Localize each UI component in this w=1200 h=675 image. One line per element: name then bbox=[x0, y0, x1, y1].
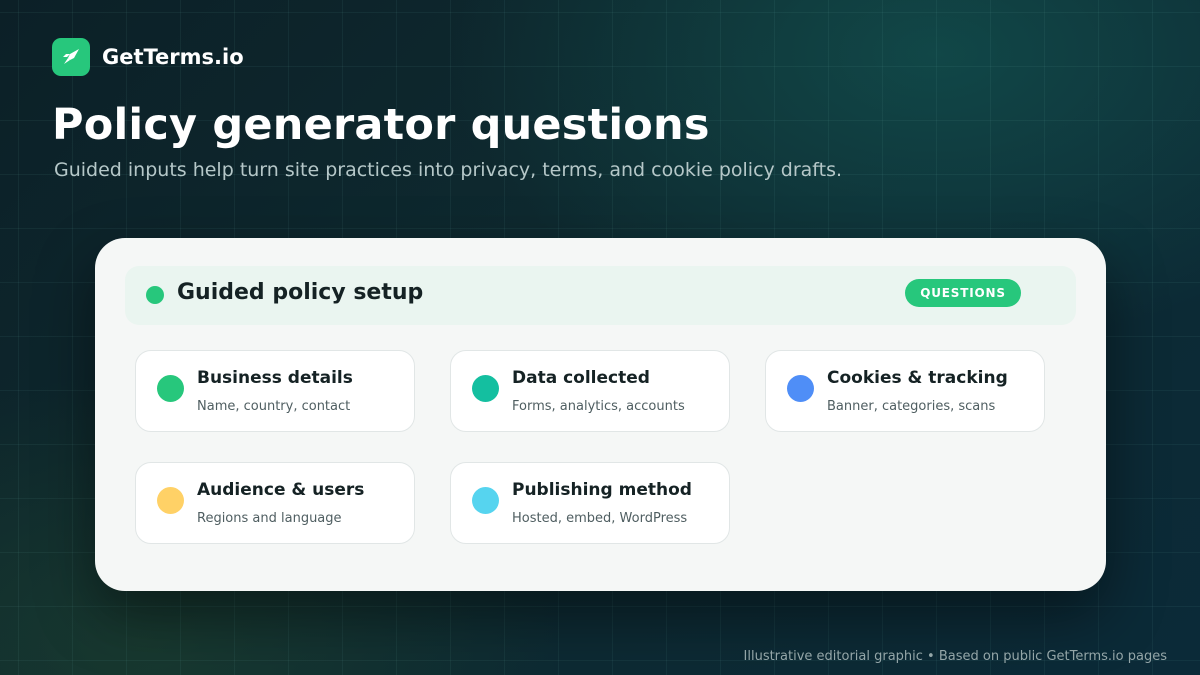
questions-badge: QUESTIONS bbox=[905, 279, 1021, 307]
item-title: Data collected bbox=[512, 368, 650, 388]
item-dot-icon bbox=[157, 375, 184, 402]
item-dot-icon bbox=[157, 487, 184, 514]
item-dot-icon bbox=[787, 375, 814, 402]
item-title: Cookies & tracking bbox=[827, 368, 1008, 388]
item-publishing-method[interactable]: Publishing method Hosted, embed, WordPre… bbox=[450, 462, 730, 544]
policy-setup-card: Guided policy setup QUESTIONS Business d… bbox=[95, 238, 1106, 591]
item-business-details[interactable]: Business details Name, country, contact bbox=[135, 350, 415, 432]
footer-note: Illustrative editorial graphic • Based o… bbox=[743, 649, 1167, 664]
item-cookies-tracking[interactable]: Cookies & tracking Banner, categories, s… bbox=[765, 350, 1045, 432]
item-audience-users[interactable]: Audience & users Regions and language bbox=[135, 462, 415, 544]
item-title: Publishing method bbox=[512, 480, 692, 500]
item-dot-icon bbox=[472, 375, 499, 402]
page-title: Policy generator questions bbox=[52, 100, 710, 150]
item-title: Business details bbox=[197, 368, 353, 388]
rocket-icon-svg bbox=[63, 49, 79, 64]
card-title: Guided policy setup bbox=[177, 280, 424, 305]
item-title: Audience & users bbox=[197, 480, 365, 500]
card-header: Guided policy setup QUESTIONS bbox=[125, 266, 1076, 325]
item-subtitle: Forms, analytics, accounts bbox=[512, 399, 685, 414]
item-subtitle: Name, country, contact bbox=[197, 399, 351, 414]
item-subtitle: Regions and language bbox=[197, 511, 342, 526]
item-data-collected[interactable]: Data collected Forms, analytics, account… bbox=[450, 350, 730, 432]
item-subtitle: Hosted, embed, WordPress bbox=[512, 511, 688, 526]
rocket-icon bbox=[52, 38, 90, 76]
item-subtitle: Banner, categories, scans bbox=[827, 399, 996, 414]
page-subtitle: Guided inputs help turn site practices i… bbox=[54, 159, 843, 181]
status-dot-icon bbox=[146, 286, 164, 304]
brand: GetTerms.io bbox=[52, 38, 244, 76]
brand-name: GetTerms.io bbox=[102, 45, 244, 69]
item-dot-icon bbox=[472, 487, 499, 514]
